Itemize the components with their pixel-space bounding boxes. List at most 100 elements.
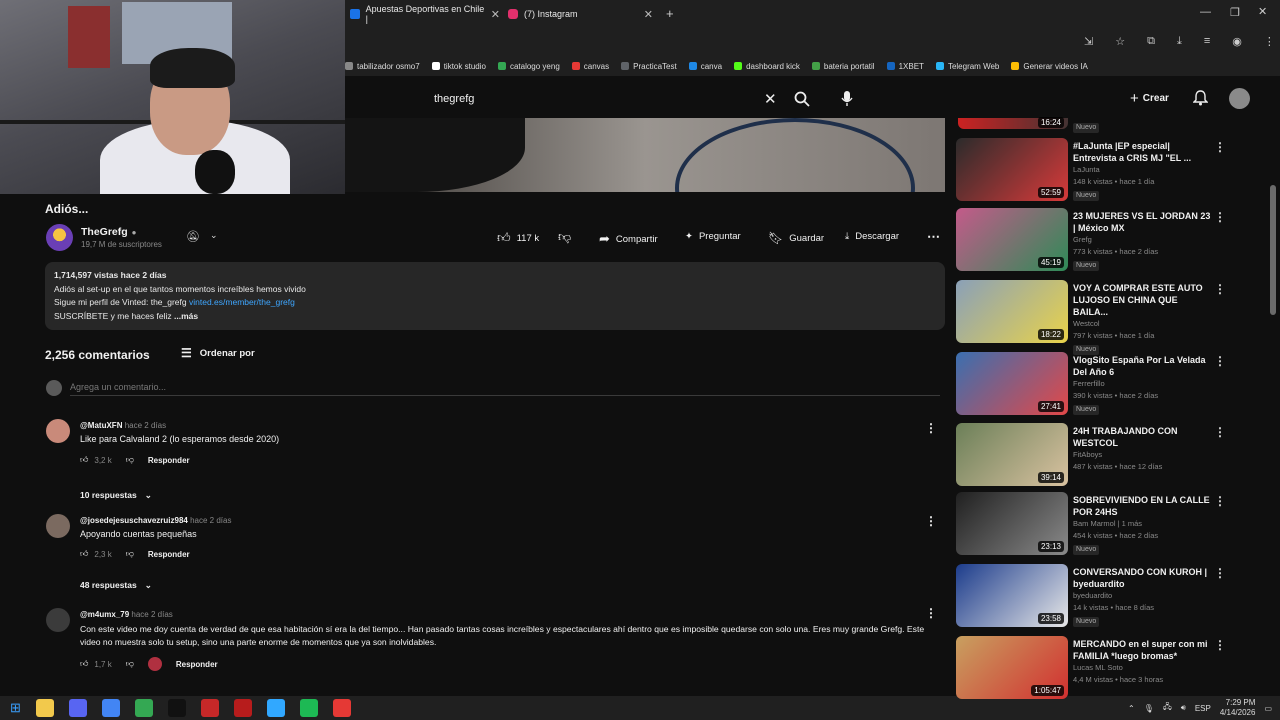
tab-instagram[interactable]: (7) Instagram ✕	[508, 4, 653, 24]
photoshop-icon[interactable]	[266, 699, 285, 717]
subscribed-button[interactable]: 🔕︎ ⌄	[186, 230, 218, 243]
channel-name[interactable]: TheGrefg	[81, 226, 128, 238]
bookmark-item[interactable]: catalogo yeng	[497, 62, 560, 71]
clock[interactable]: 7:29 PM 4/14/2026	[1220, 698, 1256, 718]
download-button[interactable]: ⤓ Descargar	[845, 231, 899, 242]
browser-menu-icon[interactable]: ⋮	[1264, 35, 1275, 48]
related-video-menu-icon[interactable]: ⋮	[1214, 494, 1226, 508]
related-video-channel[interactable]: Grefg	[1073, 234, 1213, 246]
chrome-alt-icon[interactable]	[134, 699, 153, 717]
comment-author[interactable]: @josedejesuschavezruiz984	[80, 516, 188, 525]
related-video-info[interactable]: #LaJunta |EP especial| Entrevista a CRIS…	[1073, 140, 1213, 201]
create-button[interactable]: + Crear	[1130, 90, 1169, 107]
comment-like-icon[interactable]: 👍︎	[80, 549, 88, 559]
related-video-title[interactable]: VOY A COMPRAR ESTE AUTO LUJOSO EN CHINA …	[1073, 282, 1213, 318]
reply-button[interactable]: Responder	[176, 660, 218, 669]
minimize-button[interactable]: —	[1200, 6, 1211, 18]
comment-dislike-icon[interactable]: 👎︎	[126, 455, 134, 465]
related-video-menu-icon[interactable]: ⋮	[1214, 140, 1226, 154]
related-video-info[interactable]: MERCANDO en el super con mi FAMILIA *lue…	[1073, 638, 1213, 686]
replies-toggle[interactable]: 48 respuestas ⌄	[80, 580, 152, 591]
close-window-button[interactable]: ✕	[1258, 5, 1267, 18]
network-icon[interactable]: 🖧︎	[1163, 701, 1172, 715]
notifications-bell-icon[interactable]	[1193, 90, 1208, 106]
share-button[interactable]: ➦ Compartir	[599, 231, 658, 247]
bookmark-item[interactable]: tiktok studio	[431, 62, 486, 71]
tab-apuestas[interactable]: Apuestas Deportivas en Chile | ✕	[350, 4, 500, 24]
comment-like-icon[interactable]: 👍︎	[80, 455, 88, 465]
related-video-channel[interactable]: FitAboys	[1073, 449, 1213, 461]
comment-author[interactable]: @MatuXFN	[80, 421, 122, 430]
bookmark-item[interactable]: canvas	[571, 62, 609, 71]
related-video-menu-icon[interactable]: ⋮	[1214, 354, 1226, 368]
related-video-title[interactable]: SOBREVIVIENDO EN LA CALLE POR 24HS	[1073, 494, 1213, 518]
related-video-channel[interactable]: LaJunta	[1073, 164, 1213, 176]
bookmark-item[interactable]: Generar videos IA	[1011, 62, 1088, 71]
related-video-title[interactable]: 23 MUJERES VS EL JORDAN 23 | México MX	[1073, 210, 1213, 234]
search-icon[interactable]	[794, 91, 810, 107]
replies-toggle[interactable]: 10 respuestas ⌄	[80, 490, 152, 501]
profile-icon[interactable]: ◉	[1232, 35, 1242, 48]
related-video-channel[interactable]: Ferrerfillo	[1073, 378, 1213, 390]
related-video-title[interactable]: 24H TRABAJANDO CON WESTCOL	[1073, 425, 1213, 449]
related-video-menu-icon[interactable]: ⋮	[1214, 210, 1226, 224]
bookmark-item[interactable]: Telegram Web	[935, 62, 999, 71]
new-tab-button[interactable]: +	[666, 6, 674, 21]
description-link[interactable]: vinted.es/member/the_grefg	[189, 297, 295, 307]
related-video-menu-icon[interactable]: ⋮	[1214, 638, 1226, 652]
video-thumbnail[interactable]: 23:58	[956, 564, 1068, 627]
file-explorer-icon[interactable]	[35, 699, 54, 717]
channel-avatar[interactable]	[46, 224, 73, 251]
media-icon[interactable]: ≡	[1204, 35, 1210, 48]
related-video-title[interactable]: CONVERSANDO CON KUROH | byeduardito	[1073, 566, 1213, 590]
extensions-icon[interactable]: ⧉	[1147, 35, 1155, 48]
discord-icon[interactable]	[68, 699, 87, 717]
clear-search-icon[interactable]: ✕	[764, 90, 777, 108]
video-thumbnail[interactable]: 18:22	[956, 280, 1068, 343]
related-video-title[interactable]: #LaJunta |EP especial| Entrevista a CRIS…	[1073, 140, 1213, 164]
comment-avatar[interactable]	[46, 608, 70, 632]
comment-avatar[interactable]	[46, 514, 70, 538]
video-thumbnail[interactable]: 23:13	[956, 492, 1068, 555]
related-video-channel[interactable]: Westcol	[1073, 318, 1213, 330]
comment-dislike-icon[interactable]: 👎︎	[126, 659, 134, 669]
comment-like-icon[interactable]: 👍︎	[80, 659, 88, 669]
red-app-2-icon[interactable]	[233, 699, 252, 717]
reply-button[interactable]: Responder	[148, 550, 190, 559]
obs-icon[interactable]	[332, 699, 351, 717]
downloads-icon[interactable]: ⤓	[1177, 35, 1182, 48]
related-video-menu-icon[interactable]: ⋮	[1214, 425, 1226, 439]
related-video-info[interactable]: 24H TRABAJANDO CON WESTCOL FitAboys 487 k …	[1073, 425, 1213, 473]
video-thumbnail[interactable]: 52:59	[956, 138, 1068, 201]
notifications-icon[interactable]: ▭	[1264, 704, 1272, 713]
save-button[interactable]: 🔖︎ Guardar	[768, 231, 824, 245]
microphone-icon[interactable]	[841, 90, 853, 107]
windows-start-icon[interactable]: ⊞	[10, 700, 21, 716]
language-indicator[interactable]: ESP	[1195, 704, 1211, 713]
related-video-title[interactable]: VlogSito España Por La Velada Del Año 6	[1073, 354, 1213, 378]
chrome-icon[interactable]	[101, 699, 120, 717]
related-video-title[interactable]: MERCANDO en el super con mi FAMILIA *lue…	[1073, 638, 1213, 662]
spotify-icon[interactable]	[299, 699, 318, 717]
comment-dislike-icon[interactable]: 👎︎	[126, 549, 134, 559]
account-avatar[interactable]	[1229, 88, 1250, 109]
comment-author[interactable]: @m4umx_79	[80, 610, 129, 619]
related-video-info[interactable]: SOBREVIVIENDO EN LA CALLE POR 24HS Bam Ma…	[1073, 494, 1213, 555]
comment-avatar[interactable]	[46, 419, 70, 443]
video-thumbnail[interactable]: 1:05:47	[956, 636, 1068, 699]
related-video-channel[interactable]: byeduardito	[1073, 590, 1213, 602]
comment-menu-icon[interactable]: ⋮	[925, 514, 937, 528]
red-app-icon[interactable]	[200, 699, 219, 717]
search-input[interactable]: thegrefg	[434, 93, 474, 105]
add-comment-input[interactable]: Agrega un comentario...	[70, 382, 940, 396]
video-thumbnail[interactable]: 39:14	[956, 423, 1068, 486]
more-actions-icon[interactable]: ⋯	[927, 229, 940, 245]
bookmark-star-icon[interactable]: ☆	[1115, 35, 1125, 48]
related-video-menu-icon[interactable]: ⋮	[1214, 282, 1226, 296]
related-video-menu-icon[interactable]: ⋮	[1214, 566, 1226, 580]
chevron-up-icon[interactable]: ⌃	[1128, 704, 1135, 713]
bookmark-item[interactable]: bateria portatil	[811, 62, 875, 71]
page-scrollbar[interactable]	[1270, 185, 1276, 315]
close-tab-icon[interactable]: ✕	[644, 8, 653, 21]
comment-menu-icon[interactable]: ⋮	[925, 606, 937, 620]
